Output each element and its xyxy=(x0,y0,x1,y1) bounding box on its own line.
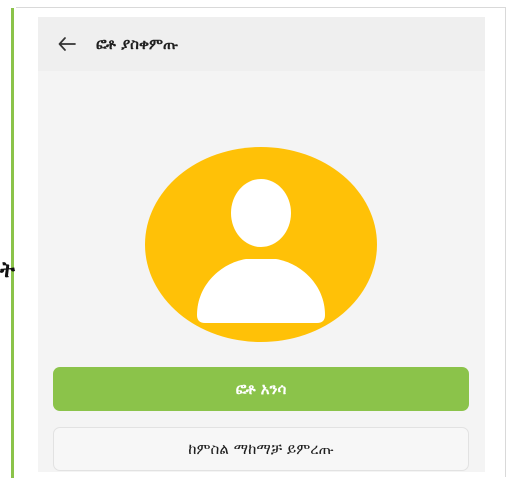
frame-top-border xyxy=(16,7,506,8)
cut-off-edge-text: ት xyxy=(0,258,15,283)
take-photo-button[interactable]: ፎቶ አንሳ xyxy=(53,367,469,411)
photo-screen: ፎቶ ያስቀምጡ ፎቶ አንሳ ከምስል ማከማቻ ይምረጡ xyxy=(38,17,485,472)
frame-right-border xyxy=(505,7,506,477)
back-button[interactable] xyxy=(52,29,82,59)
app-header: ፎቶ ያስቀምጡ xyxy=(38,17,485,71)
avatar-placeholder xyxy=(145,147,377,342)
choose-from-gallery-button[interactable]: ከምስል ማከማቻ ይምረጡ xyxy=(53,427,469,471)
page: ት ፎቶ ያስቀምጡ ፎቶ አንሳ ከምስል ማከማቻ ይምረጡ xyxy=(0,0,509,490)
person-icon xyxy=(145,147,377,342)
page-title: ፎቶ ያስቀምጡ xyxy=(96,35,179,53)
left-accent-rule xyxy=(11,8,14,478)
arrow-left-icon xyxy=(58,37,76,51)
